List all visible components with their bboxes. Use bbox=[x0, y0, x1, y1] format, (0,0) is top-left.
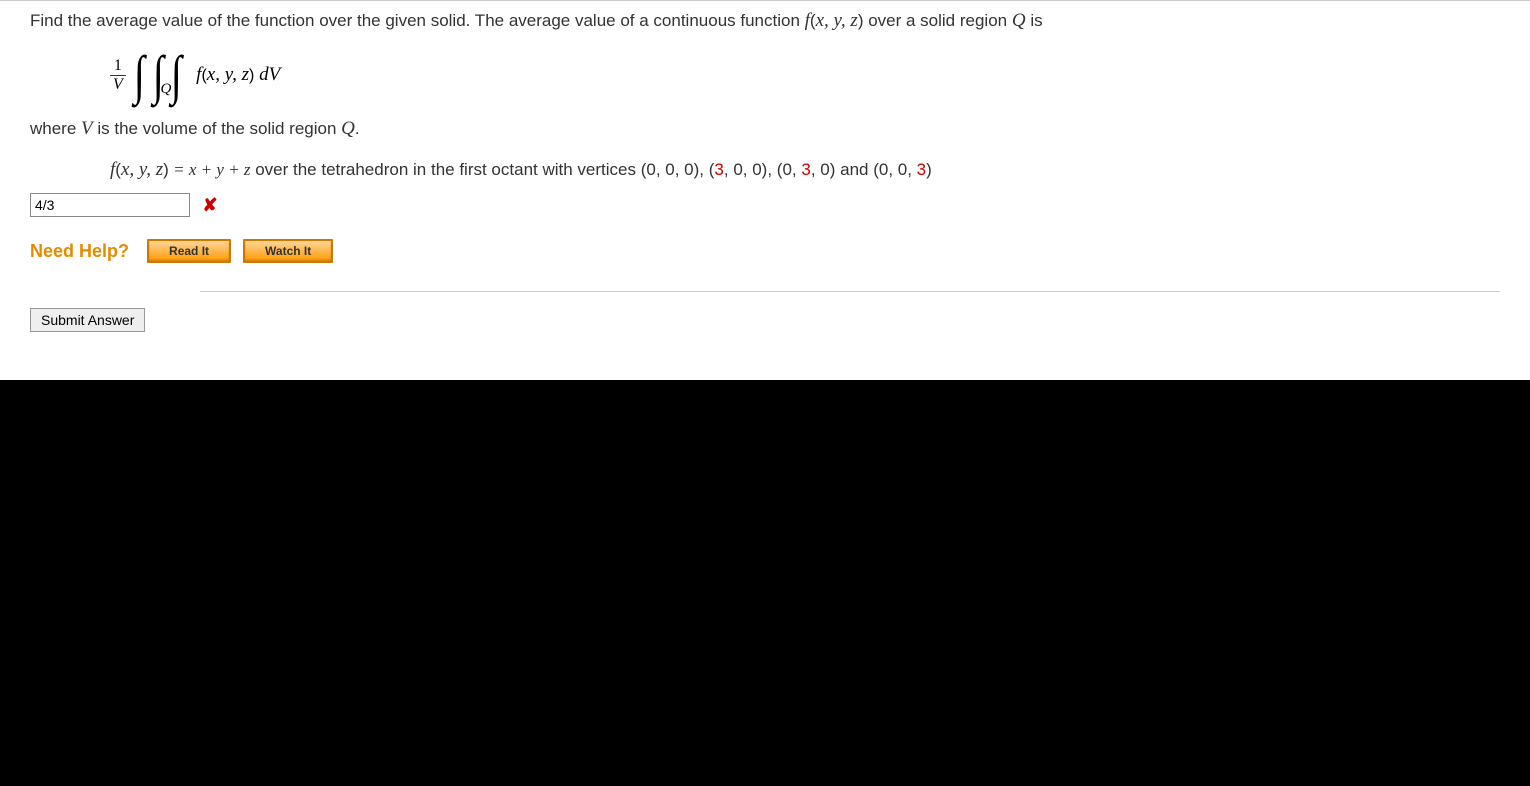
submit-answer-button[interactable]: Submit Answer bbox=[30, 308, 145, 332]
intro-args: (x, y, z) bbox=[810, 11, 864, 30]
fraction-one-over-v: 1 V bbox=[110, 57, 126, 93]
need-help-label: Need Help? bbox=[30, 241, 129, 262]
fraction-num: 1 bbox=[110, 57, 126, 76]
problem-intro: Find the average value of the function o… bbox=[30, 6, 1500, 36]
where-prefix: where bbox=[30, 119, 81, 138]
formula: 1 V ∫ ∫Q ∫ f(x, y, z) dV bbox=[110, 48, 1500, 102]
question-content: Find the average value of the function o… bbox=[0, 0, 1530, 380]
integrand: f(x, y, z) dV bbox=[196, 64, 280, 86]
function-definition: f(x, y, z) = x + y + z over the tetrahed… bbox=[110, 155, 1500, 185]
read-it-button[interactable]: Read It bbox=[147, 239, 231, 263]
integral-2: ∫Q bbox=[151, 48, 166, 102]
integral-1: ∫ bbox=[132, 48, 147, 102]
where-line: where V is the volume of the solid regio… bbox=[30, 114, 1500, 144]
answer-row: ✘ bbox=[30, 185, 1500, 217]
intro-is: is bbox=[1026, 11, 1043, 30]
fn-rhs: = x + y + z bbox=[169, 160, 251, 179]
where-Q: Q bbox=[341, 118, 355, 139]
fraction-den: V bbox=[110, 76, 126, 94]
divider bbox=[200, 291, 1500, 292]
help-row: Need Help? Read It Watch It bbox=[30, 239, 1500, 263]
fn-text3: , 0) and (0, 0, bbox=[811, 160, 917, 179]
fn-text1: over the tetrahedron in the first octant… bbox=[250, 160, 714, 179]
footer-black-area bbox=[0, 380, 1530, 786]
where-mid: is the volume of the solid region bbox=[93, 119, 342, 138]
vertex-3: 3 bbox=[917, 160, 926, 179]
where-V: V bbox=[81, 118, 93, 139]
vertex-2: 3 bbox=[801, 160, 810, 179]
watch-it-button[interactable]: Watch It bbox=[243, 239, 333, 263]
incorrect-icon: ✘ bbox=[202, 195, 217, 215]
integrand-dv: dV bbox=[254, 64, 280, 85]
integral-3: ∫ bbox=[169, 48, 184, 102]
intro-Q: Q bbox=[1012, 10, 1026, 31]
fn-text2: , 0, 0), (0, bbox=[724, 160, 801, 179]
intro-suffix: over a solid region bbox=[863, 11, 1011, 30]
where-period: . bbox=[355, 119, 360, 138]
fn-args: (x, y, z) bbox=[115, 160, 169, 179]
integrand-args: (x, y, z) bbox=[201, 67, 254, 84]
answer-input[interactable] bbox=[30, 193, 190, 217]
vertex-1: 3 bbox=[714, 160, 723, 179]
fn-text4: ) bbox=[926, 160, 932, 179]
intro-text: Find the average value of the function o… bbox=[30, 11, 805, 30]
